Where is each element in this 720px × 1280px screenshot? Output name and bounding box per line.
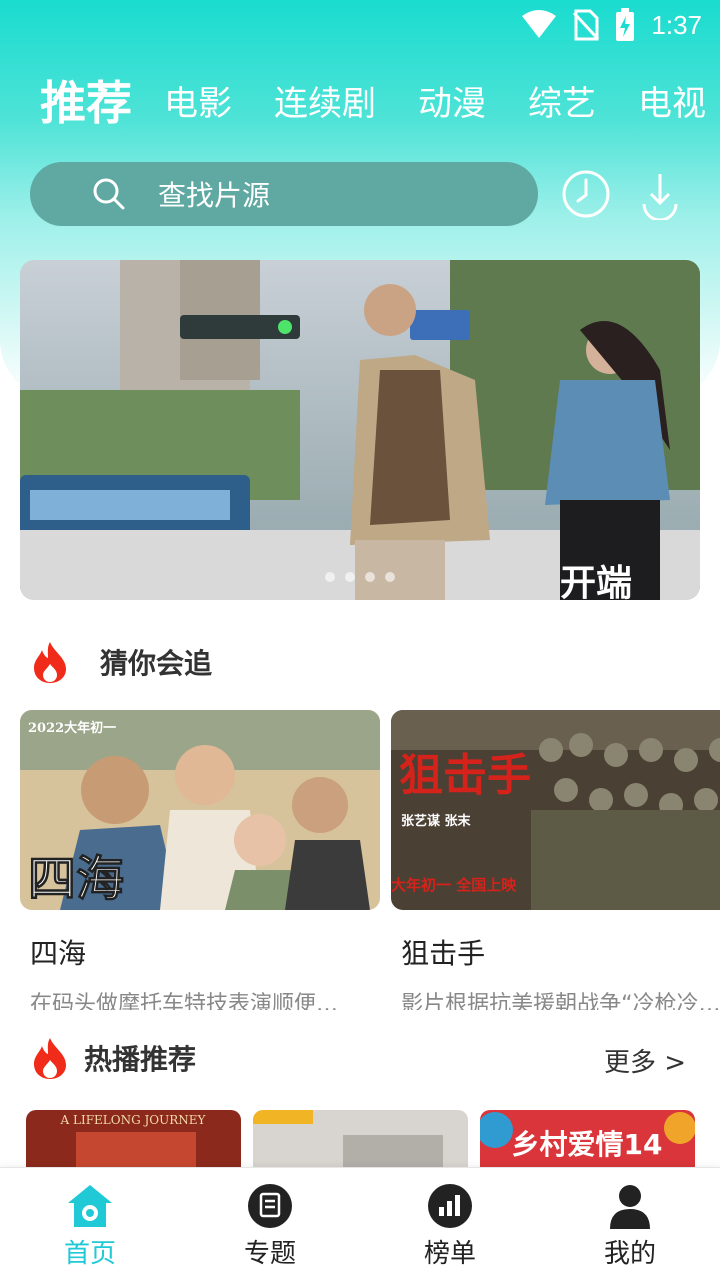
download-icon[interactable] xyxy=(634,168,686,220)
section-title: 猜你会追 xyxy=(100,647,213,680)
poster-year: 2022大年初一 xyxy=(28,720,116,736)
search-input[interactable]: 查找片源 xyxy=(30,162,538,226)
carousel-dot[interactable] xyxy=(385,572,395,582)
nav-label: 首页 xyxy=(63,1238,116,1269)
nav-home[interactable]: 首页 xyxy=(0,1168,180,1280)
tab-movie[interactable]: 电影 xyxy=(164,76,232,125)
status-time: 1:37 xyxy=(651,9,702,40)
bottom-nav: 首页 专题 榜单 我的 xyxy=(0,1167,720,1280)
nav-label: 我的 xyxy=(603,1238,656,1269)
status-bar: 1:37 xyxy=(0,0,720,50)
card-desc: 在码头做摩托车特技表演顺便… xyxy=(30,992,339,1010)
hot-section-header: 热播推荐 xyxy=(30,1036,196,1080)
fire-icon xyxy=(34,642,66,683)
movie-poster: 狙击手 张艺谋 张末 大年初一 全国上映 xyxy=(391,710,720,910)
topic-icon xyxy=(248,1183,292,1228)
tab-series[interactable]: 连续剧 xyxy=(274,76,376,125)
card-desc: 影片根据抗美援朝战争“冷枪冷炮运动” xyxy=(401,992,720,1010)
guess-section-header: 猜你会追 xyxy=(30,640,212,684)
poster-title: 四海 xyxy=(28,851,124,907)
poster-release-tag: 大年初一 全国上映 xyxy=(391,876,517,894)
fire-icon xyxy=(34,1038,66,1079)
movie-card[interactable]: 狙击手 张艺谋 张末 大年初一 全国上映 狙击手 影片根据抗美援朝战争“冷枪冷炮… xyxy=(391,710,720,1010)
hot-card[interactable]: A LIFELONG JOURNEY xyxy=(26,1110,241,1170)
card-title: 狙击手 xyxy=(401,937,486,970)
tab-tv[interactable]: 电视 xyxy=(638,76,706,125)
tab-recommend[interactable]: 推荐 xyxy=(40,70,132,130)
banner-image: 开端 xyxy=(20,260,700,600)
banner-carousel[interactable]: 开端 xyxy=(20,260,700,600)
section-title: 热播推荐 xyxy=(84,1043,197,1076)
category-tabs: 推荐 电影 连续剧 动漫 综艺 电视 xyxy=(40,70,720,130)
history-icon[interactable] xyxy=(560,168,612,220)
carousel-dots xyxy=(20,572,700,582)
tab-variety[interactable]: 综艺 xyxy=(528,76,596,125)
nav-chart[interactable]: 榜单 xyxy=(360,1168,540,1280)
card-title: 四海 xyxy=(30,937,87,970)
hot-poster-text: 乡村爱情14 xyxy=(512,1128,663,1161)
chart-icon xyxy=(428,1183,472,1228)
user-icon xyxy=(610,1184,650,1229)
hot-poster-text: A LIFELONG JOURNEY xyxy=(60,1113,207,1127)
home-icon xyxy=(68,1184,112,1227)
tab-anime[interactable]: 动漫 xyxy=(418,76,486,125)
movie-poster: 2022大年初一 四海 xyxy=(20,710,380,910)
carousel-dot[interactable] xyxy=(365,572,375,582)
carousel-dot[interactable] xyxy=(325,572,335,582)
battery-charging-icon xyxy=(616,8,635,41)
nav-label: 专题 xyxy=(243,1238,296,1269)
search-placeholder: 查找片源 xyxy=(158,179,271,212)
no-sim-icon xyxy=(573,9,600,41)
search-icon xyxy=(93,178,125,210)
hot-card[interactable]: 乡村爱情14 xyxy=(480,1110,695,1170)
nav-profile[interactable]: 我的 xyxy=(540,1168,720,1280)
hot-card[interactable] xyxy=(253,1110,468,1170)
guess-list: 2022大年初一 四海 四海 在码头做摩托车特技表演顺便… 狙击手 张艺谋 张末 xyxy=(20,710,720,1010)
wifi-icon xyxy=(522,10,557,38)
hot-list: A LIFELONG JOURNEY 乡村爱情14 xyxy=(26,1110,706,1170)
nav-topic[interactable]: 专题 xyxy=(180,1168,360,1280)
search-row: 查找片源 xyxy=(30,162,700,226)
more-link[interactable]: 更多 > xyxy=(604,1042,686,1079)
movie-card[interactable]: 2022大年初一 四海 四海 在码头做摩托车特技表演顺便… xyxy=(20,710,380,1010)
poster-title: 狙击手 xyxy=(399,750,531,801)
nav-label: 榜单 xyxy=(423,1238,476,1269)
carousel-dot[interactable] xyxy=(345,572,355,582)
poster-director: 张艺谋 张末 xyxy=(401,813,472,829)
